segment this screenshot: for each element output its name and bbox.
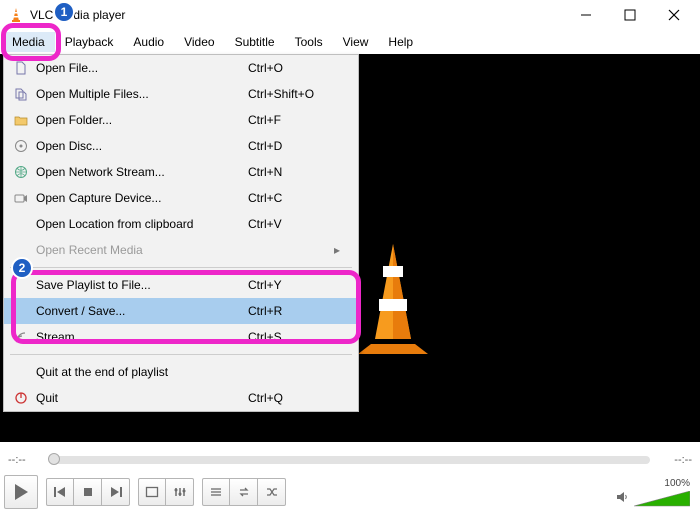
- menu-item-accel: Ctrl+N: [248, 165, 334, 179]
- volume-percent: 100%: [664, 478, 690, 489]
- time-total: --:--: [656, 454, 692, 466]
- disc-icon: [8, 139, 34, 153]
- menu-item-accel: Ctrl+F: [248, 113, 334, 127]
- menu-item-quit[interactable]: QuitCtrl+Q: [4, 385, 358, 411]
- menu-audio[interactable]: Audio: [123, 32, 174, 52]
- menu-view[interactable]: View: [333, 32, 379, 52]
- menu-item-label: Open Recent Media: [34, 243, 248, 257]
- menu-item-accel: Ctrl+S: [248, 330, 334, 344]
- menu-help[interactable]: Help: [378, 32, 423, 52]
- window-title: VLC media player: [30, 8, 564, 22]
- fullscreen-button[interactable]: [138, 478, 166, 506]
- menu-item-save-playlist-to-file[interactable]: Save Playlist to File...Ctrl+Y: [4, 272, 358, 298]
- menu-subtitle[interactable]: Subtitle: [225, 32, 285, 52]
- speaker-icon[interactable]: [616, 490, 630, 507]
- menu-item-stream[interactable]: Stream...Ctrl+S: [4, 324, 358, 350]
- menu-item-label: Open Folder...: [34, 113, 248, 127]
- menu-item-quit-at-the-end-of-playlist[interactable]: Quit at the end of playlist: [4, 359, 358, 385]
- menu-item-accel: Ctrl+C: [248, 191, 334, 205]
- menu-item-label: Open Disc...: [34, 139, 248, 153]
- file-icon: [8, 61, 34, 75]
- ext-settings-button[interactable]: [166, 478, 194, 506]
- menu-media[interactable]: Media: [2, 32, 55, 52]
- menu-item-accel: Ctrl+V: [248, 217, 334, 231]
- menu-playback[interactable]: Playback: [55, 32, 124, 52]
- menu-item-open-recent-media: Open Recent Media ▸: [4, 237, 358, 263]
- menu-item-open-multiple-files[interactable]: Open Multiple Files...Ctrl+Shift+O: [4, 81, 358, 107]
- menu-tools[interactable]: Tools: [285, 32, 333, 52]
- menu-item-label: Open Location from clipboard: [34, 217, 248, 231]
- menu-separator: [10, 354, 352, 355]
- menu-item-open-folder[interactable]: Open Folder...Ctrl+F: [4, 107, 358, 133]
- menu-item-label: Open Multiple Files...: [34, 87, 248, 101]
- files-icon: [8, 87, 34, 101]
- menu-item-convert-save[interactable]: Convert / Save...Ctrl+R: [4, 298, 358, 324]
- volume-control[interactable]: 100%: [616, 478, 696, 507]
- menu-item-label: Convert / Save...: [34, 304, 248, 318]
- menu-item-open-location-from-clipboard[interactable]: Open Location from clipboardCtrl+V: [4, 211, 358, 237]
- loop-button[interactable]: [230, 478, 258, 506]
- menu-item-accel: Ctrl+Y: [248, 278, 334, 292]
- vlc-logo-icon: [348, 244, 438, 354]
- media-dropdown: Open File...Ctrl+OOpen Multiple Files...…: [3, 54, 359, 412]
- quit-icon: [8, 391, 34, 405]
- shuffle-button[interactable]: [258, 478, 286, 506]
- playlist-button[interactable]: [202, 478, 230, 506]
- menu-item-open-file[interactable]: Open File...Ctrl+O: [4, 55, 358, 81]
- menu-item-accel: Ctrl+D: [248, 139, 334, 153]
- menu-item-accel: Ctrl+Shift+O: [248, 87, 334, 101]
- previous-button[interactable]: [46, 478, 74, 506]
- menu-item-accel: Ctrl+Q: [248, 391, 334, 405]
- menu-bar: Media Playback Audio Video Subtitle Tool…: [0, 30, 700, 54]
- menu-item-label: Quit at the end of playlist: [34, 365, 248, 379]
- menu-item-open-network-stream[interactable]: Open Network Stream...Ctrl+N: [4, 159, 358, 185]
- menu-item-label: Open File...: [34, 61, 248, 75]
- menu-item-accel: Ctrl+O: [248, 61, 334, 75]
- net-icon: [8, 165, 34, 179]
- next-button[interactable]: [102, 478, 130, 506]
- folder-icon: [8, 113, 34, 127]
- vlc-cone-icon: [8, 7, 24, 23]
- maximize-button[interactable]: [608, 0, 652, 30]
- menu-item-open-capture-device[interactable]: Open Capture Device...Ctrl+C: [4, 185, 358, 211]
- menu-video[interactable]: Video: [174, 32, 224, 52]
- callout-badge-1: 1: [53, 1, 75, 23]
- progress-row: --:-- --:--: [8, 450, 692, 470]
- menu-separator: [10, 267, 352, 268]
- menu-item-label: Open Network Stream...: [34, 165, 248, 179]
- title-bar: VLC media player: [0, 0, 700, 30]
- menu-item-label: Quit: [34, 391, 248, 405]
- menu-item-open-disc[interactable]: Open Disc...Ctrl+D: [4, 133, 358, 159]
- callout-badge-2: 2: [11, 257, 33, 279]
- minimize-button[interactable]: [564, 0, 608, 30]
- menu-item-accel: Ctrl+R: [248, 304, 334, 318]
- play-button[interactable]: [4, 475, 38, 509]
- volume-slider[interactable]: [634, 491, 690, 507]
- close-button[interactable]: [652, 0, 696, 30]
- playback-controls: 100%: [4, 473, 696, 511]
- capture-icon: [8, 191, 34, 205]
- time-elapsed: --:--: [8, 454, 44, 466]
- seek-bar[interactable]: [50, 456, 650, 464]
- seek-knob[interactable]: [48, 453, 60, 465]
- menu-item-label: Open Capture Device...: [34, 191, 248, 205]
- menu-item-label: Save Playlist to File...: [34, 278, 248, 292]
- stream-icon: [8, 330, 34, 344]
- submenu-arrow-icon: ▸: [334, 243, 348, 257]
- stop-button[interactable]: [74, 478, 102, 506]
- menu-item-label: Stream...: [34, 330, 248, 344]
